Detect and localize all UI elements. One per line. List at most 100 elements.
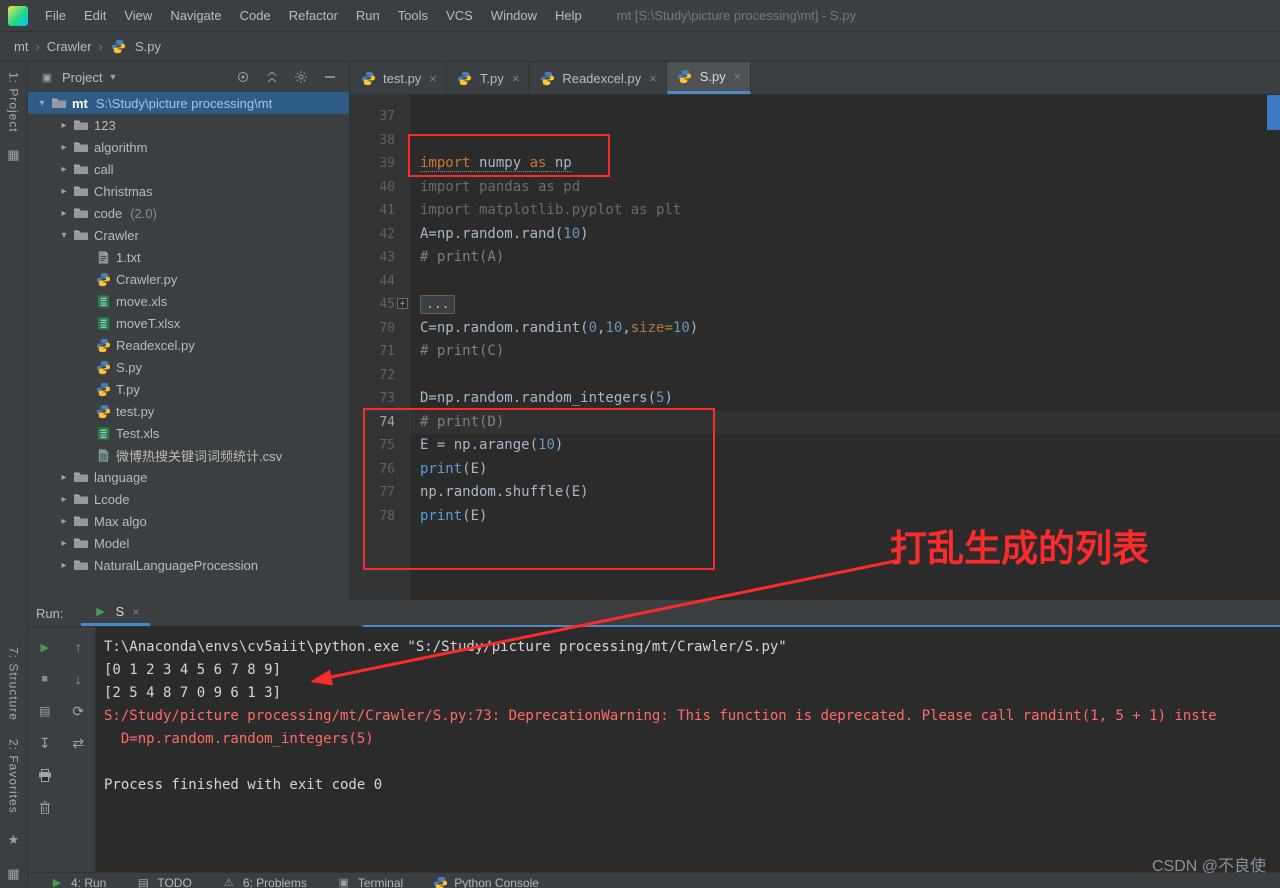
tree-item[interactable]: Crawler.py [28, 268, 349, 290]
tree-item[interactable]: 1.txt [28, 246, 349, 268]
tab-S.py[interactable]: S.py× [667, 62, 752, 94]
tree-item[interactable]: ▸Lcode [28, 488, 349, 510]
tree-item[interactable]: ▸Max algo [28, 510, 349, 532]
tree-item[interactable]: Test.xls [28, 422, 349, 444]
code-line[interactable] [410, 105, 1280, 129]
code-line[interactable]: import pandas as pd [410, 176, 1280, 200]
close-icon[interactable]: × [649, 71, 657, 86]
chevron-expanded-icon[interactable]: ▾ [34, 98, 50, 109]
trash-button[interactable] [34, 797, 56, 817]
tree-item[interactable]: move.xls [28, 290, 349, 312]
close-icon[interactable]: × [132, 604, 140, 619]
stripe-structure-button[interactable]: 7: Structure [7, 647, 21, 721]
tree-item[interactable]: ▾mtS:\Study\picture processing\mt [28, 92, 349, 114]
stripe-project-button[interactable]: 1: Project [7, 72, 21, 133]
code-line[interactable]: print(E) [410, 505, 1280, 529]
code-line[interactable] [410, 364, 1280, 388]
code-line[interactable]: D=np.random.random_integers(5) [410, 387, 1280, 411]
stripe-favorites-button[interactable]: 2: Favorites [7, 739, 21, 814]
tree-item[interactable]: test.py [28, 400, 349, 422]
run-console[interactable]: T:\Anaconda\envs\cv5aiit\python.exe "S:/… [96, 627, 1280, 872]
tool-window-icon[interactable]: ▦ [7, 147, 19, 163]
tab-T.py[interactable]: T.py× [447, 62, 529, 94]
tree-item[interactable]: ▸call [28, 158, 349, 180]
menu-navigate[interactable]: Navigate [161, 3, 230, 28]
close-icon[interactable]: × [734, 69, 742, 84]
menu-vcs[interactable]: VCS [437, 3, 482, 28]
code-line[interactable]: # print(C) [410, 340, 1280, 364]
tree-item[interactable]: S.py [28, 356, 349, 378]
code-line[interactable]: A=np.random.rand(10) [410, 223, 1280, 247]
play-button[interactable]: ▶ [34, 637, 56, 657]
printer-button[interactable] [34, 765, 56, 785]
code-line[interactable] [410, 129, 1280, 153]
tool-switcher-icon[interactable]: ▦ [7, 866, 19, 882]
code-line[interactable]: ... [410, 293, 1280, 317]
close-icon[interactable]: × [429, 71, 437, 86]
run-tab-s[interactable]: ▶ S × [81, 600, 149, 626]
code-line[interactable]: C=np.random.randint(0,10,size=10) [410, 317, 1280, 341]
chevron-expanded-icon[interactable]: ▾ [56, 230, 72, 241]
toolwindow-6-problems[interactable]: ⚠6: Problems [220, 873, 307, 888]
code-line[interactable]: print(E) [410, 458, 1280, 482]
chevron-collapsed-icon[interactable]: ▸ [56, 142, 72, 153]
toolwindow-todo[interactable]: ▤TODO [134, 873, 191, 888]
tree-item[interactable]: ▸language [28, 466, 349, 488]
tree-item[interactable]: Readexcel.py [28, 334, 349, 356]
tab-Readexcel.py[interactable]: Readexcel.py× [529, 62, 666, 94]
tree-item[interactable]: ▸NaturalLanguageProcession [28, 554, 349, 576]
locate-icon[interactable] [234, 70, 252, 84]
code-line[interactable]: import numpy as np [410, 152, 1280, 176]
tree-item[interactable]: ▾Crawler [28, 224, 349, 246]
toolwindow-4-run[interactable]: ▶4: Run [48, 873, 106, 888]
menu-refactor[interactable]: Refactor [280, 3, 347, 28]
tree-item[interactable]: ▸Model [28, 532, 349, 554]
menu-help[interactable]: Help [546, 3, 591, 28]
editor-code[interactable]: import numpy as npimport pandas as pdimp… [410, 95, 1280, 600]
chevron-collapsed-icon[interactable]: ▸ [56, 494, 72, 505]
toolwindow-python-console[interactable]: Python Console [431, 873, 539, 888]
rerun-button[interactable]: ⟳ [67, 701, 89, 721]
favorites-star-icon[interactable]: ★ [8, 832, 20, 848]
layout-button[interactable]: ▤ [34, 701, 56, 721]
menu-code[interactable]: Code [231, 3, 280, 28]
chevron-collapsed-icon[interactable]: ▸ [56, 560, 72, 571]
menu-edit[interactable]: Edit [75, 3, 115, 28]
code-line[interactable]: # print(D) [410, 411, 1280, 435]
code-line[interactable]: import matplotlib.pyplot as plt [410, 199, 1280, 223]
code-line[interactable]: E = np.arange(10) [410, 434, 1280, 458]
chevron-collapsed-icon[interactable]: ▸ [56, 120, 72, 131]
tree-item[interactable]: ▸algorithm [28, 136, 349, 158]
down-button[interactable]: ↓ [67, 669, 89, 689]
menu-run[interactable]: Run [347, 3, 389, 28]
menu-file[interactable]: File [36, 3, 75, 28]
tree-item[interactable]: ▸123 [28, 114, 349, 136]
menu-tools[interactable]: Tools [389, 3, 437, 28]
tree-item[interactable]: 微博热搜关键词词频统计.csv [28, 444, 349, 466]
collapse-all-icon[interactable] [263, 70, 281, 84]
close-icon[interactable]: × [512, 71, 520, 86]
tree-item[interactable]: T.py [28, 378, 349, 400]
tab-test.py[interactable]: test.py× [350, 62, 447, 94]
code-line[interactable] [410, 270, 1280, 294]
breadcrumb-item[interactable]: Crawler [47, 39, 92, 54]
scrollbar-marker[interactable] [1267, 95, 1280, 130]
stop-button[interactable]: ■ [34, 669, 56, 689]
gear-icon[interactable] [292, 70, 310, 84]
hide-panel-icon[interactable] [321, 71, 339, 83]
tree-item[interactable]: ▸Christmas [28, 180, 349, 202]
toolwindow-terminal[interactable]: ▣Terminal [335, 873, 403, 888]
menu-view[interactable]: View [115, 3, 161, 28]
breadcrumb-item[interactable]: S.py [135, 39, 161, 54]
chevron-collapsed-icon[interactable]: ▸ [56, 186, 72, 197]
chevron-collapsed-icon[interactable]: ▸ [56, 164, 72, 175]
tree-item[interactable]: ▸code(2.0) [28, 202, 349, 224]
tree-item[interactable]: moveT.xlsx [28, 312, 349, 334]
breadcrumb-item[interactable]: mt [14, 39, 28, 54]
chevron-down-icon[interactable]: ▼ [108, 72, 117, 82]
code-line[interactable]: # print(A) [410, 246, 1280, 270]
chevron-collapsed-icon[interactable]: ▸ [56, 538, 72, 549]
code-line[interactable]: np.random.shuffle(E) [410, 481, 1280, 505]
up-button[interactable]: ↑ [67, 637, 89, 657]
menu-window[interactable]: Window [482, 3, 546, 28]
